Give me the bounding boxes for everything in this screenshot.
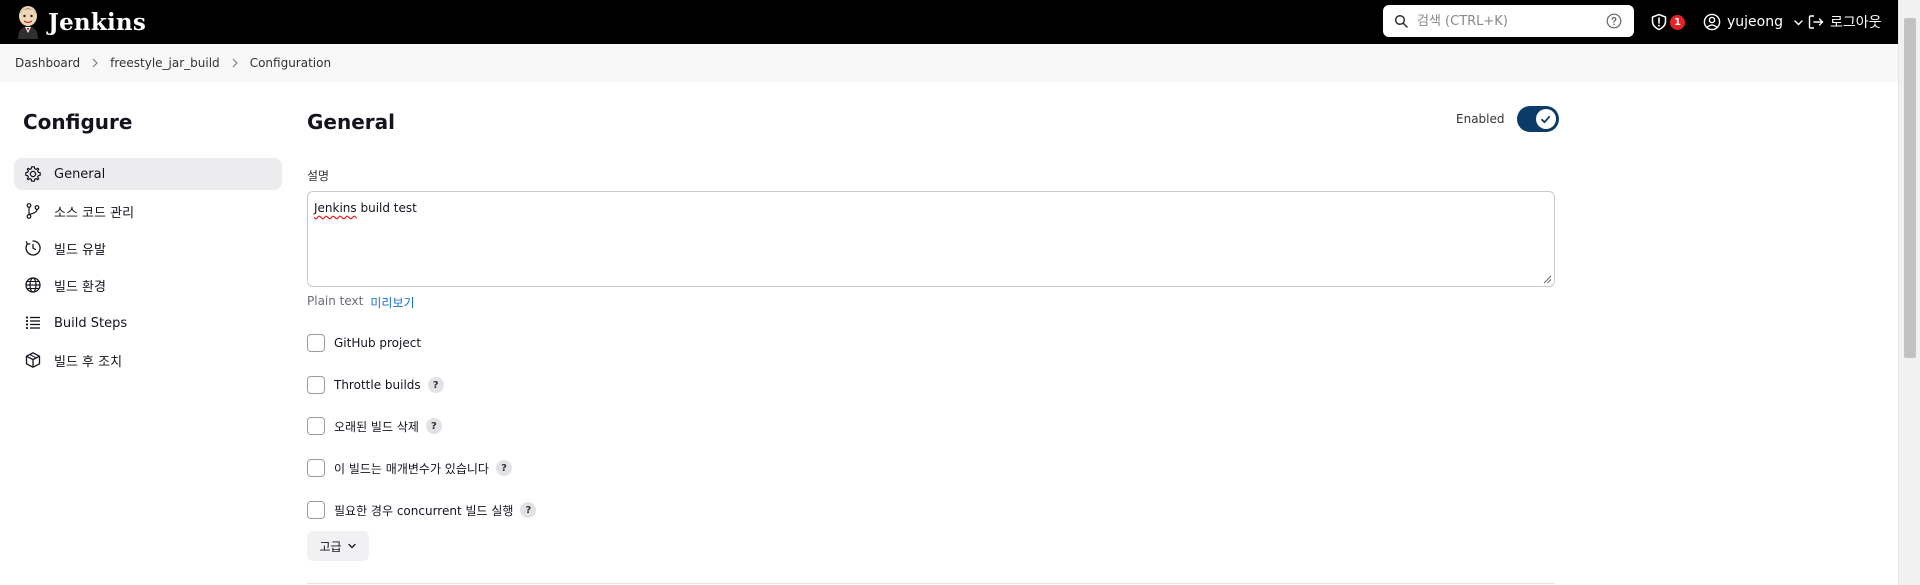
advanced-button[interactable]: 고급 xyxy=(307,531,369,561)
parameterized-checkbox[interactable] xyxy=(307,459,325,477)
breadcrumb-job[interactable]: freestyle_jar_build xyxy=(110,56,220,70)
chevron-down-icon xyxy=(347,543,356,549)
misspelled-word: Jenkins xyxy=(314,201,357,215)
concurrent-builds-checkbox[interactable] xyxy=(307,501,325,519)
logout-icon xyxy=(1808,15,1824,29)
discard-old-builds-checkbox[interactable] xyxy=(307,417,325,435)
help-icon[interactable]: ? xyxy=(495,460,512,476)
sidebar-item-label: 빌드 환경 xyxy=(54,279,106,295)
search-help-icon[interactable] xyxy=(1606,13,1622,29)
option-github-project: GitHub project xyxy=(307,333,421,353)
sidebar-item-source-code[interactable]: 소스 코드 관리 xyxy=(14,195,282,227)
github-project-checkbox[interactable] xyxy=(307,334,325,352)
cube-icon xyxy=(25,352,41,368)
security-warnings-button[interactable]: 1 xyxy=(1650,0,1685,44)
help-icon[interactable]: ? xyxy=(427,377,444,393)
help-icon[interactable]: ? xyxy=(520,502,537,518)
option-label[interactable]: 필요한 경우 concurrent 빌드 실행 xyxy=(334,502,513,519)
section-divider xyxy=(307,583,1555,584)
option-label[interactable]: 오래된 빌드 삭제 xyxy=(334,418,419,435)
jenkins-home-link[interactable]: Jenkins xyxy=(14,4,146,40)
check-icon xyxy=(1541,115,1551,123)
username-label: yujeong xyxy=(1727,14,1783,30)
sidebar-item-label: 소스 코드 관리 xyxy=(54,205,135,221)
resize-grip-icon[interactable] xyxy=(1543,275,1552,284)
section-title-general: General xyxy=(307,110,395,134)
security-count-badge: 1 xyxy=(1670,14,1685,30)
scrollbar-thumb[interactable] xyxy=(1904,18,1916,358)
top-header: Jenkins 1 yujeong xyxy=(0,0,1920,44)
globe-icon xyxy=(25,277,41,293)
sidebar-item-build-environment[interactable]: 빌드 환경 xyxy=(14,269,282,301)
chevron-down-icon xyxy=(1794,19,1803,25)
format-row: Plain text 미리보기 xyxy=(307,294,415,311)
option-label[interactable]: 이 빌드는 매개변수가 있습니다 xyxy=(334,460,489,477)
option-concurrent-builds: 필요한 경우 concurrent 빌드 실행 ? xyxy=(307,500,537,520)
description-label: 설명 xyxy=(307,169,330,183)
vertical-scrollbar[interactable] xyxy=(1898,0,1920,585)
sidebar-item-build-steps[interactable]: Build Steps xyxy=(14,307,282,339)
breadcrumb-configuration[interactable]: Configuration xyxy=(250,56,331,70)
option-label[interactable]: GitHub project xyxy=(334,336,421,350)
chevron-right-icon xyxy=(232,58,238,68)
gear-icon xyxy=(25,166,41,182)
shield-alert-icon xyxy=(1651,13,1667,31)
logout-label: 로그아웃 xyxy=(1830,15,1882,31)
configure-title: Configure xyxy=(23,110,133,134)
sidebar-item-general[interactable]: General xyxy=(14,158,282,190)
enabled-toggle-row: Enabled xyxy=(1456,106,1559,132)
jenkins-wordmark: Jenkins xyxy=(48,8,146,36)
jenkins-logo-icon xyxy=(18,6,38,39)
sidebar-item-label: 빌드 후 조치 xyxy=(54,354,123,370)
enabled-toggle[interactable] xyxy=(1516,106,1559,132)
clock-icon xyxy=(25,240,41,256)
search-box[interactable] xyxy=(1383,5,1634,37)
plain-text-label: Plain text xyxy=(307,294,364,308)
sidebar-item-label: 빌드 유발 xyxy=(54,242,106,258)
sidebar-item-label: General xyxy=(54,166,106,182)
option-discard-old-builds: 오래된 빌드 삭제 ? xyxy=(307,416,442,436)
advanced-label: 고급 xyxy=(319,539,342,554)
search-icon xyxy=(1394,14,1408,28)
logout-button[interactable]: 로그아웃 xyxy=(1807,0,1882,44)
list-icon xyxy=(25,316,40,330)
user-avatar-icon xyxy=(1703,13,1721,31)
preview-link[interactable]: 미리보기 xyxy=(370,294,414,311)
option-label[interactable]: Throttle builds xyxy=(334,378,421,392)
toggle-knob xyxy=(1535,109,1556,129)
sidebar-item-build-triggers[interactable]: 빌드 유발 xyxy=(14,232,282,264)
enabled-label: Enabled xyxy=(1456,112,1505,126)
sidebar-item-post-build[interactable]: 빌드 후 조치 xyxy=(14,344,282,376)
breadcrumb: Dashboard freestyle_jar_build Configurat… xyxy=(0,44,1898,82)
description-text: build test xyxy=(356,201,417,215)
breadcrumb-dashboard[interactable]: Dashboard xyxy=(15,56,80,70)
option-parameterized: 이 빌드는 매개변수가 있습니다 ? xyxy=(307,458,512,478)
search-input[interactable] xyxy=(1417,9,1587,33)
description-textarea[interactable]: Jenkins build test xyxy=(307,191,1555,287)
chevron-right-icon xyxy=(92,58,98,68)
sidebar-item-label: Build Steps xyxy=(54,315,128,331)
throttle-builds-checkbox[interactable] xyxy=(307,376,325,394)
help-icon[interactable]: ? xyxy=(425,418,442,434)
option-throttle-builds: Throttle builds ? xyxy=(307,375,444,395)
user-menu[interactable]: yujeong xyxy=(1703,0,1804,44)
branch-icon xyxy=(26,203,40,219)
